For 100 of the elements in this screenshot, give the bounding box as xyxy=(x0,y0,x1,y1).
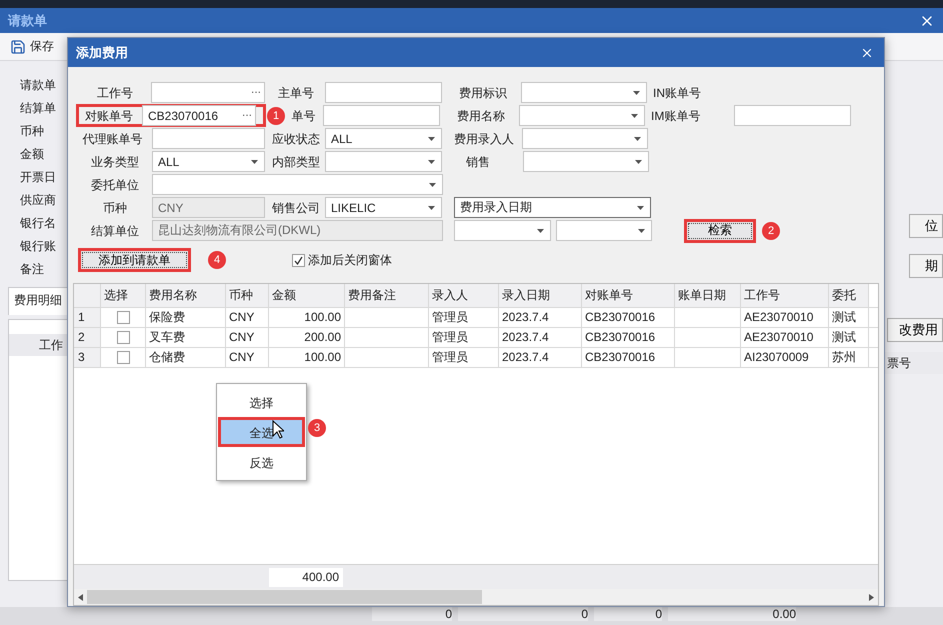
table-cell: 测试 xyxy=(829,328,869,347)
lookup-field[interactable]: CB23070016 ··· xyxy=(142,105,256,126)
field-label: 结算单 xyxy=(19,100,57,117)
table-cell: 测试 xyxy=(829,308,869,327)
save-icon[interactable] xyxy=(10,38,26,54)
field-label: 费用名称 xyxy=(456,108,506,124)
total-value: 0 xyxy=(594,607,662,621)
column-header: 录入日期 xyxy=(499,284,582,307)
table-cell: CB23070016 xyxy=(582,308,675,327)
dropdown-arrow-icon[interactable] xyxy=(638,228,645,232)
menu-item[interactable]: 选择 xyxy=(218,387,305,417)
text-field[interactable] xyxy=(152,128,265,149)
row-number: 3 xyxy=(74,348,101,367)
field-label: 银行账 xyxy=(19,238,57,255)
column-header: 币种 xyxy=(226,284,269,307)
dropdown-arrow-icon[interactable] xyxy=(633,90,640,94)
field-label: 结算单位 xyxy=(90,222,140,240)
action-button[interactable]: 检索 xyxy=(684,218,756,242)
tab[interactable]: 费用明细 xyxy=(8,287,68,315)
dropdown-arrow-icon[interactable] xyxy=(428,136,435,140)
column-header: 选择 xyxy=(101,284,146,307)
column-header: 金额 xyxy=(269,284,345,307)
text-field[interactable] xyxy=(325,82,442,103)
total-value: 0 xyxy=(372,607,452,621)
table-cell: 2023.7.4 xyxy=(499,308,582,327)
dropdown-arrow-icon[interactable] xyxy=(251,160,258,164)
dropdown-arrow-icon[interactable] xyxy=(428,206,435,210)
table-cell: 仓储费 xyxy=(146,348,226,367)
dropdown-arrow-icon[interactable] xyxy=(631,114,638,118)
field-label: 对账单号 xyxy=(84,108,134,124)
checkbox[interactable] xyxy=(116,311,130,324)
field-label: 费用标识 xyxy=(458,84,508,102)
field-label: 应收状态 xyxy=(271,130,321,148)
dropdown-arrow-icon[interactable] xyxy=(537,228,544,232)
total-value: 0.00 xyxy=(668,607,796,621)
checkbox[interactable] xyxy=(292,254,305,266)
dropdown-arrow-icon[interactable] xyxy=(634,136,641,140)
text-field[interactable] xyxy=(323,105,440,126)
combo-box[interactable]: ALL xyxy=(152,151,265,172)
table-cell: 保险费 xyxy=(146,308,226,327)
field-label: 单号 xyxy=(290,108,316,124)
side-button[interactable]: 期 xyxy=(909,254,943,278)
field-label: 费用录入人 xyxy=(453,130,515,148)
table-cell: 管理员 xyxy=(429,328,499,347)
dropdown-arrow-icon[interactable] xyxy=(637,206,644,210)
side-button[interactable]: 改费用 xyxy=(887,318,943,342)
table-cell: 200.00 xyxy=(269,328,345,347)
scroll-right-icon[interactable] xyxy=(869,594,874,600)
scroll-left-icon[interactable] xyxy=(78,594,83,600)
row-number: 1 xyxy=(74,308,101,327)
side-button[interactable]: 位 xyxy=(909,214,943,238)
step-badge: 2 xyxy=(762,222,780,240)
combo-box[interactable]: LIKELIC xyxy=(325,197,442,218)
checkbox[interactable] xyxy=(116,331,130,344)
field-label: 业务类型 xyxy=(90,154,140,170)
row-number: 2 xyxy=(74,328,101,347)
dropdown-arrow-icon[interactable] xyxy=(428,160,435,164)
save-label[interactable]: 保存 xyxy=(30,38,54,55)
dialog-title: 添加费用 xyxy=(76,44,128,62)
field-label: 主单号 xyxy=(277,84,315,102)
field-label: IM账单号 xyxy=(651,108,702,124)
field-label: 销售公司 xyxy=(271,200,321,216)
field-label: 代理账单号 xyxy=(82,130,144,148)
table-cell: AE23070010 xyxy=(741,328,829,347)
table-cell: 管理员 xyxy=(429,348,499,367)
column-header: 工作 xyxy=(9,334,67,356)
dropdown-arrow-icon[interactable] xyxy=(635,160,642,164)
combo-box[interactable]: ALL xyxy=(325,128,442,149)
field-label: 开票日 xyxy=(19,169,57,186)
field-label: IN账单号 xyxy=(653,84,702,102)
table-cell: 100.00 xyxy=(269,308,345,327)
field-label: 请款单 xyxy=(19,77,57,94)
table-cell: 叉车费 xyxy=(146,328,226,347)
table-cell: CB23070016 xyxy=(582,348,675,367)
field-label: 备注 xyxy=(19,261,45,278)
action-button[interactable]: 添加到请款单 xyxy=(78,248,191,272)
field-label: 银行名 xyxy=(19,215,57,232)
field-label: 内部类型 xyxy=(271,154,321,170)
cursor-icon xyxy=(272,420,284,439)
column-header: 费用名称 xyxy=(146,284,226,307)
checkbox[interactable] xyxy=(116,351,130,364)
table-cell: 苏州 xyxy=(829,348,869,367)
field-label: 币种 xyxy=(19,123,45,140)
table-cell: CNY xyxy=(226,348,269,367)
field-label: 金额 xyxy=(19,146,45,163)
table-cell: 2023.7.4 xyxy=(499,328,582,347)
column-header: 费用备注 xyxy=(345,284,429,307)
window-title: 请款单 xyxy=(8,12,47,30)
text-field[interactable] xyxy=(734,105,851,126)
table-cell: CB23070016 xyxy=(582,328,675,347)
table-cell: CNY xyxy=(226,308,269,327)
lookup-field[interactable]: ··· xyxy=(151,82,265,103)
column-header: 对账单号 xyxy=(582,284,675,307)
field-label: 币种 xyxy=(102,200,128,216)
column-header: 工作号 xyxy=(741,284,829,307)
field-label: 委托单位 xyxy=(90,176,140,194)
dropdown-arrow-icon[interactable] xyxy=(429,182,436,186)
combo-box[interactable]: 费用录入日期 xyxy=(454,197,651,218)
menu-item[interactable]: 反选 xyxy=(218,447,305,477)
scrollbar[interactable] xyxy=(74,589,878,605)
